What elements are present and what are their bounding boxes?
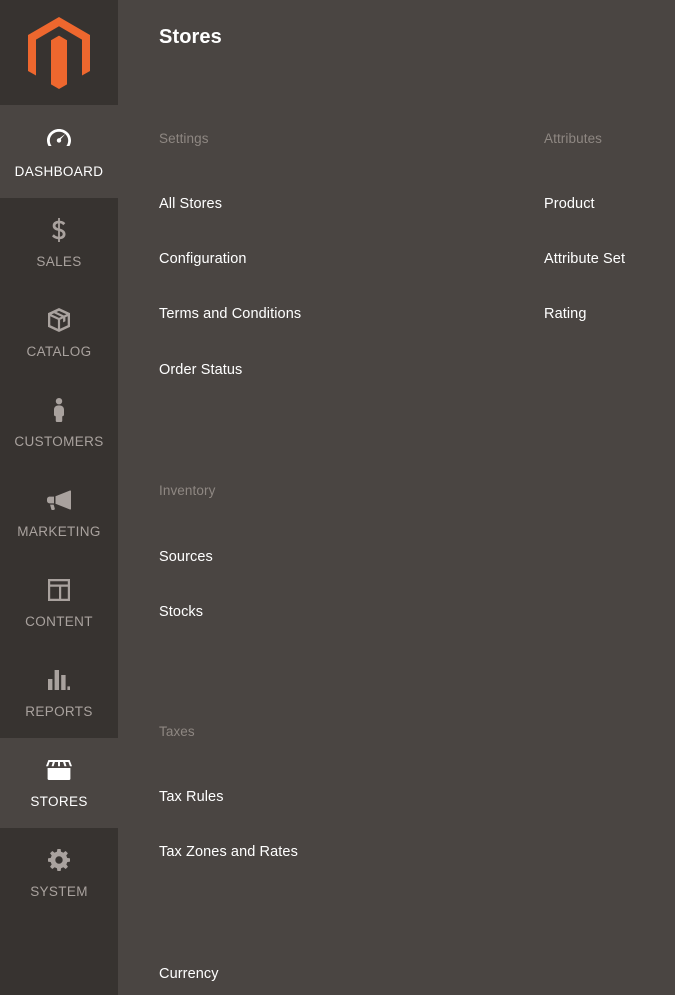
menu-link-tax-zones-and-rates[interactable]: Tax Zones and Rates <box>159 845 298 860</box>
magento-logo-icon <box>28 16 90 89</box>
sidebar-item-stores[interactable]: STORES <box>0 738 118 828</box>
sidebar-item-label: CONTENT <box>25 614 93 630</box>
menu-link-product[interactable]: Product <box>544 197 595 212</box>
menu-group-taxes: Taxes Tax Rules Tax Zones and Rates <box>159 711 499 953</box>
menu-link-terms-and-conditions[interactable]: Terms and Conditions <box>159 307 301 322</box>
sidebar-item-content[interactable]: CONTENT <box>0 558 118 648</box>
menu-group-title: Attributes <box>544 131 603 146</box>
menu-group-title: Inventory <box>159 483 216 498</box>
admin-page: DASHBOARD SALES CATALOG CUSTOMERS MARKET… <box>0 0 675 995</box>
menu-group-inventory: Inventory Sources Stocks <box>159 470 499 711</box>
sidebar-item-marketing[interactable]: MARKETING <box>0 468 118 558</box>
menu-link-stocks[interactable]: Stocks <box>159 605 203 620</box>
menu-link-sources[interactable]: Sources <box>159 550 213 565</box>
menu-group-title: Settings <box>159 131 209 146</box>
sidebar-item-system[interactable]: SYSTEM <box>0 828 118 918</box>
sidebar-item-catalog[interactable]: CATALOG <box>0 288 118 378</box>
sidebar-item-sales[interactable]: SALES <box>0 198 118 288</box>
sidebar-item-label: DASHBOARD <box>14 163 104 179</box>
box-package-icon <box>47 307 71 333</box>
menu-link-rating[interactable]: Rating <box>544 307 587 322</box>
menu-column-left: Settings All Stores Configuration Terms … <box>159 118 499 981</box>
dashboard-gauge-icon <box>47 125 71 151</box>
sidebar-item-label: CUSTOMERS <box>14 434 104 450</box>
sidebar-item-label: MARKETING <box>17 524 101 540</box>
megaphone-icon <box>47 487 71 513</box>
sidebar-item-reports[interactable]: REPORTS <box>0 648 118 738</box>
sidebar-item-label: CATALOG <box>26 344 92 360</box>
menu-link-attribute-set[interactable]: Attribute Set <box>544 252 625 267</box>
sidebar-item-label: REPORTS <box>25 704 93 720</box>
layout-grid-icon <box>48 577 70 603</box>
menu-link-currency[interactable]: Currency <box>159 967 219 982</box>
menu-link-order-status[interactable]: Order Status <box>159 363 242 378</box>
stores-menu-panel: Stores Settings All Stores Configuration… <box>118 0 675 995</box>
menu-columns: Settings All Stores Configuration Terms … <box>118 118 675 995</box>
page-title: Stores <box>159 26 222 48</box>
dollar-sign-icon <box>52 217 66 243</box>
menu-group-title: Taxes <box>159 724 195 739</box>
menu-group-settings: Settings All Stores Configuration Terms … <box>159 118 499 470</box>
main-sidebar: DASHBOARD SALES CATALOG CUSTOMERS MARKET… <box>0 0 118 995</box>
sidebar-item-customers[interactable]: CUSTOMERS <box>0 378 118 468</box>
menu-link-tax-rules[interactable]: Tax Rules <box>159 790 224 805</box>
sidebar-item-label: SALES <box>36 254 82 270</box>
magento-logo[interactable] <box>0 0 118 105</box>
person-icon <box>52 397 66 423</box>
gear-icon <box>48 847 70 873</box>
menu-link-all-stores[interactable]: All Stores <box>159 197 222 212</box>
sidebar-item-label: SYSTEM <box>30 884 88 900</box>
sidebar-item-label: STORES <box>30 794 88 810</box>
sidebar-item-dashboard[interactable]: DASHBOARD <box>0 105 118 198</box>
storefront-awning-icon <box>46 757 72 783</box>
menu-link-configuration[interactable]: Configuration <box>159 252 247 267</box>
bar-chart-icon <box>48 667 70 693</box>
